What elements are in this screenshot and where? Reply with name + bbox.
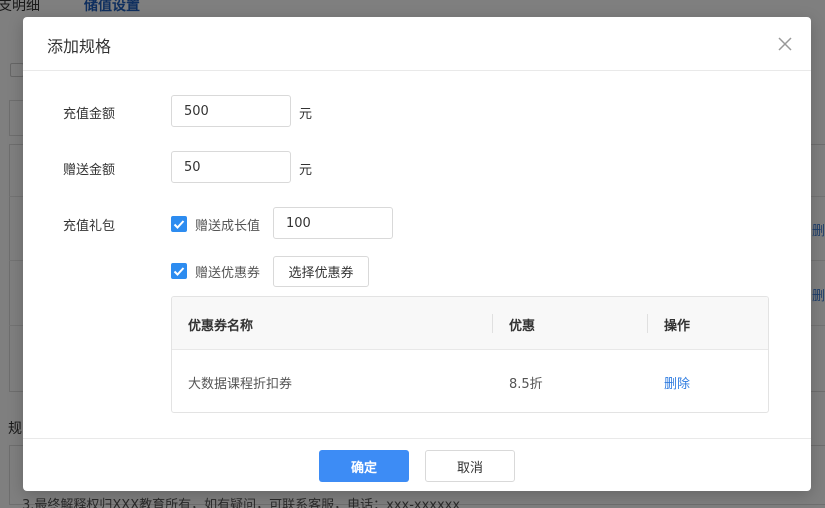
- column-divider: [492, 314, 493, 333]
- close-icon-glyph: [778, 37, 792, 51]
- check-icon: [173, 267, 185, 276]
- gift-amount-unit: 元: [299, 163, 313, 178]
- dialog-title: 添加规格: [47, 37, 112, 56]
- recharge-amount-unit: 元: [299, 107, 313, 122]
- growth-checkbox[interactable]: [171, 216, 187, 232]
- column-divider: [647, 314, 648, 333]
- close-icon[interactable]: [775, 34, 795, 54]
- coupon-checkbox-label[interactable]: 赠送优惠券: [195, 262, 260, 281]
- confirm-button[interactable]: 确定: [319, 450, 409, 482]
- delete-coupon-link[interactable]: 删除: [664, 373, 690, 392]
- growth-checkbox-label[interactable]: 赠送成长值: [195, 215, 260, 234]
- add-spec-dialog: 添加规格 充值金额 元 赠送金额 元 充值礼包 赠送成长值 赠送优惠券 选择优惠…: [23, 17, 811, 491]
- coupon-table: 优惠券名称 优惠 操作 大数据课程折扣券 8.5折 删除: [171, 296, 769, 413]
- gift-amount-input[interactable]: [171, 151, 291, 183]
- select-coupon-button[interactable]: 选择优惠券: [273, 256, 369, 287]
- recharge-amount-label: 充值金额: [63, 107, 116, 122]
- recharge-amount-input[interactable]: [171, 95, 291, 127]
- cancel-button[interactable]: 取消: [425, 450, 515, 482]
- column-header-action: 操作: [664, 319, 691, 334]
- check-icon: [173, 220, 185, 229]
- column-header-coupon-name: 优惠券名称: [188, 319, 254, 334]
- coupon-checkbox[interactable]: [171, 263, 187, 279]
- gift-amount-label: 赠送金额: [63, 163, 116, 178]
- dialog-header: 添加规格: [23, 17, 811, 71]
- coupon-name-cell: 大数据课程折扣券: [188, 377, 293, 392]
- coupon-discount-cell: 8.5折: [509, 377, 543, 392]
- column-header-discount: 优惠: [509, 319, 536, 334]
- dialog-footer: 确定 取消: [23, 438, 811, 491]
- coupon-table-header: 优惠券名称 优惠 操作: [172, 297, 768, 350]
- growth-value-input[interactable]: [273, 207, 393, 239]
- gift-pack-label: 充值礼包: [63, 219, 116, 234]
